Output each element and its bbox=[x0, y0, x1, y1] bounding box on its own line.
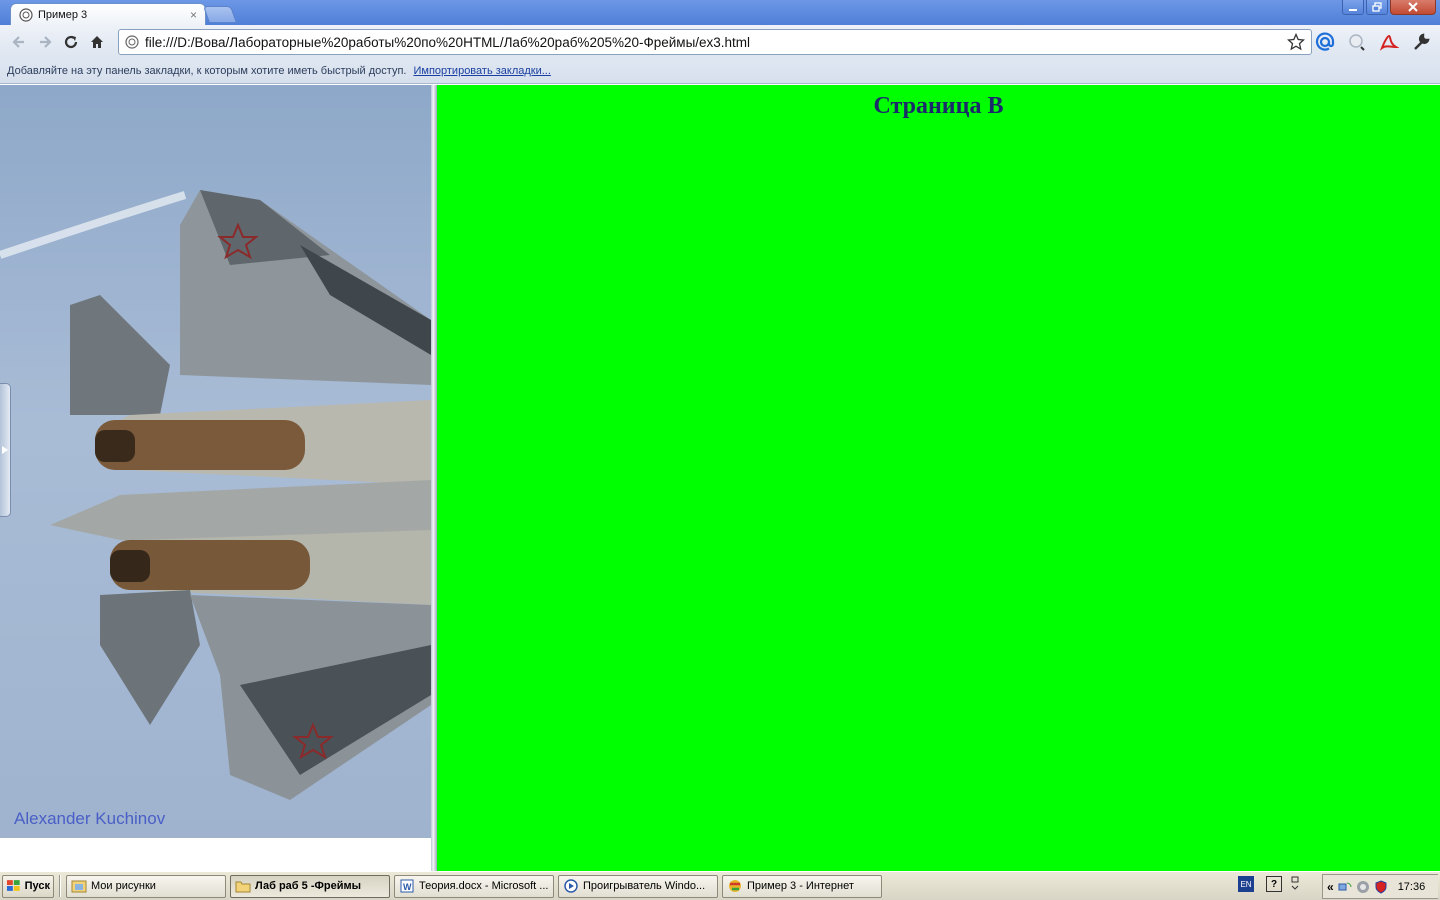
pdf-extension-button[interactable] bbox=[1376, 29, 1402, 55]
globe-icon bbox=[19, 8, 33, 22]
close-icon bbox=[1408, 2, 1418, 12]
close-window-button[interactable] bbox=[1390, 0, 1436, 15]
mail-extension-button[interactable] bbox=[1312, 29, 1338, 55]
taskbar-separator bbox=[59, 875, 61, 897]
photo-credit: Alexander Kuchinov bbox=[14, 809, 166, 828]
extension-icons bbox=[1312, 29, 1434, 55]
bookmark-bar: Добавляйте на эту панель закладки, к кот… bbox=[0, 59, 1440, 84]
word-icon: W bbox=[400, 879, 414, 893]
start-label: Пуск bbox=[24, 880, 50, 892]
tab-title: Пример 3 bbox=[38, 9, 88, 21]
security-shield-icon[interactable] bbox=[1374, 879, 1388, 894]
restore-button[interactable] bbox=[1366, 0, 1388, 15]
window-controls bbox=[1342, 0, 1436, 15]
settings-wrench-button[interactable] bbox=[1408, 29, 1434, 55]
bookmark-bar-hint: Добавляйте на эту панель закладки, к кот… bbox=[7, 65, 407, 77]
task-label: Проигрыватель Windo... bbox=[583, 880, 706, 892]
browser-icon bbox=[729, 880, 741, 892]
task-label: Пример 3 - Интернет bbox=[747, 880, 854, 892]
address-bar[interactable]: file:///D:/Вова/Лабораторные%20работы%20… bbox=[118, 29, 1312, 55]
url-text[interactable]: file:///D:/Вова/Лабораторные%20работы%20… bbox=[145, 35, 1287, 50]
task-label: Теория.docx - Microsoft ... bbox=[419, 880, 549, 892]
task-label: Мои рисунки bbox=[91, 880, 156, 892]
task-media-player[interactable]: Проигрыватель Windo... bbox=[558, 874, 718, 898]
folder-pictures-icon bbox=[71, 880, 87, 893]
language-indicator[interactable]: EN bbox=[1238, 876, 1254, 892]
magnifier-icon bbox=[1349, 34, 1365, 51]
back-button[interactable] bbox=[6, 29, 32, 55]
star-icon[interactable] bbox=[1287, 33, 1305, 51]
tray-expand-button[interactable]: « bbox=[1327, 880, 1334, 894]
media-player-icon bbox=[564, 879, 578, 893]
clock: 17:36 bbox=[1397, 880, 1426, 893]
chevron-updown-icon bbox=[1291, 876, 1299, 890]
tab-close-icon[interactable]: × bbox=[190, 8, 197, 22]
network-icon[interactable] bbox=[1338, 880, 1352, 894]
arrow-left-icon bbox=[12, 36, 24, 48]
system-tray: « 17:36 bbox=[1322, 874, 1438, 899]
task-browser[interactable]: Пример 3 - Интернет bbox=[722, 874, 882, 898]
page-b-heading: Страница B bbox=[873, 93, 1004, 119]
antivirus-icon[interactable] bbox=[1356, 880, 1370, 894]
task-my-pictures[interactable]: Мои рисунки bbox=[66, 874, 226, 898]
arrow-right-icon bbox=[40, 36, 52, 48]
reload-icon bbox=[64, 35, 78, 49]
task-lab-frames[interactable]: Лаб раб 5 -Фреймы bbox=[230, 874, 390, 898]
windows-logo-icon bbox=[6, 880, 20, 891]
reload-button[interactable] bbox=[58, 29, 84, 55]
fighter-jet-illustration bbox=[0, 190, 431, 800]
home-button[interactable] bbox=[84, 29, 110, 55]
jet-photo: Alexander Kuchinov bbox=[0, 85, 431, 838]
acrobat-icon bbox=[1379, 34, 1399, 51]
browser-toolbar: file:///D:/Вова/Лабораторные%20работы%20… bbox=[0, 25, 1440, 59]
wrench-icon bbox=[1414, 33, 1430, 50]
at-sign-icon bbox=[1315, 32, 1335, 51]
taskbar: Пуск Мои рисунки Лаб раб 5 -Фреймы W Тео… bbox=[0, 871, 1440, 900]
folder-icon bbox=[235, 881, 251, 893]
window-titlebar: Пример 3 × bbox=[0, 0, 1440, 26]
help-icon[interactable]: ? bbox=[1266, 876, 1282, 892]
import-bookmarks-link[interactable]: Импортировать закладки... bbox=[413, 65, 550, 77]
side-panel-handle[interactable] bbox=[0, 383, 11, 517]
frame-right: Страница B bbox=[437, 85, 1440, 871]
search-extension-button[interactable] bbox=[1344, 29, 1370, 55]
page-icon bbox=[125, 35, 139, 49]
triangle-right-icon bbox=[2, 446, 8, 454]
minimize-icon bbox=[1349, 9, 1357, 11]
minimize-button[interactable] bbox=[1342, 0, 1364, 15]
forward-button[interactable] bbox=[32, 29, 58, 55]
new-tab-button[interactable] bbox=[202, 6, 238, 23]
browser-tab[interactable]: Пример 3 × bbox=[10, 3, 206, 26]
home-icon bbox=[91, 36, 103, 48]
restore-icon bbox=[1372, 2, 1382, 12]
svg-text:W: W bbox=[403, 882, 412, 892]
task-label: Лаб раб 5 -Фреймы bbox=[255, 880, 362, 892]
task-word-document[interactable]: W Теория.docx - Microsoft ... bbox=[394, 874, 554, 898]
toolbar-expand-arrows[interactable] bbox=[1290, 875, 1304, 893]
frame-left: Alexander Kuchinov bbox=[0, 85, 431, 871]
start-button[interactable]: Пуск bbox=[2, 874, 54, 898]
